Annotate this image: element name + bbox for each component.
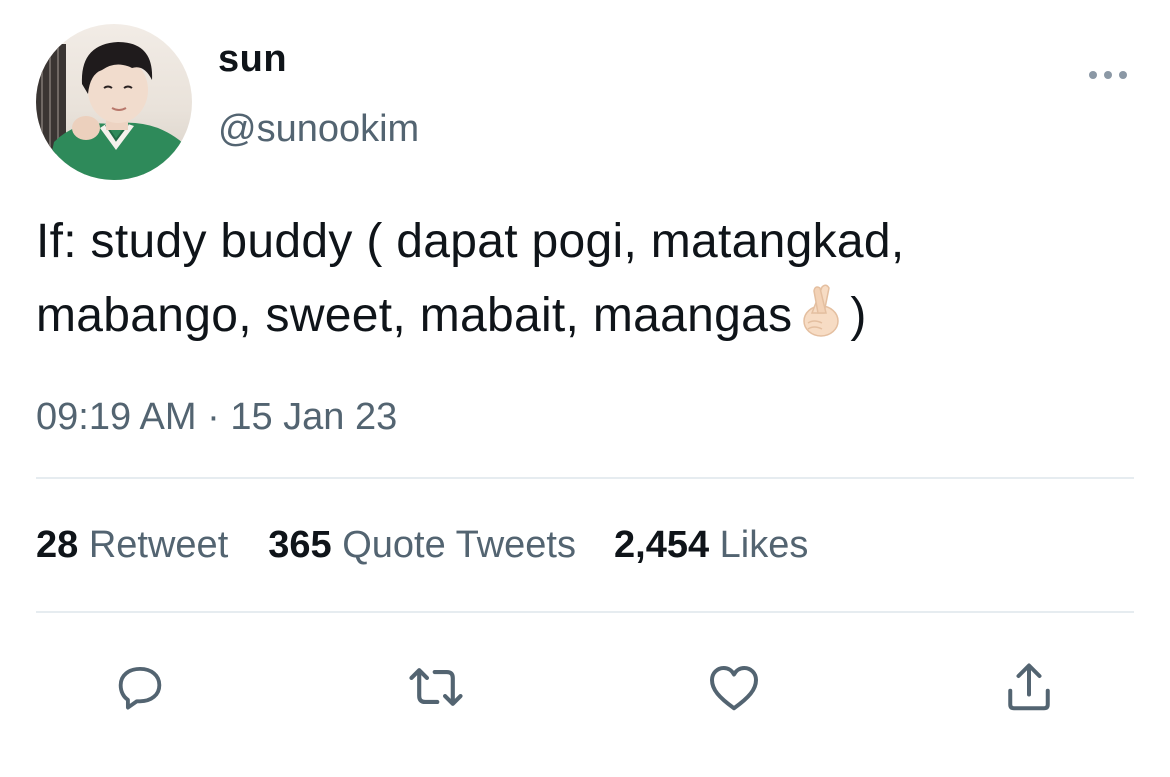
tweet-card: sun @sunookim If: study buddy ( dapat po…	[0, 0, 1170, 777]
reply-icon	[118, 666, 162, 710]
divider	[36, 477, 1134, 479]
retweet-button[interactable]	[404, 655, 468, 719]
divider	[36, 611, 1134, 613]
tweet-text-line-2-end: )	[850, 289, 867, 342]
like-button[interactable]	[702, 655, 766, 719]
quote-tweets-label: Quote Tweets	[342, 524, 576, 566]
heart-icon	[710, 666, 758, 711]
tweet-text-line-2-start: mabango, sweet, mabait, maangas	[36, 289, 793, 342]
likes-stat[interactable]: 2,454 Likes	[614, 524, 808, 567]
avatar-photo	[36, 42, 192, 180]
tweet-text-line-1: If: study buddy ( dapat pogi, matangkad,	[36, 215, 905, 268]
retweet-icon	[409, 668, 463, 706]
reply-button[interactable]	[108, 655, 172, 719]
more-options-button[interactable]	[1080, 60, 1136, 90]
display-name[interactable]: sun	[218, 38, 287, 81]
retweets-stat[interactable]: 28 Retweet	[36, 524, 228, 567]
quote-tweets-count: 365	[268, 524, 332, 566]
likes-count: 2,454	[614, 524, 710, 566]
tweet-stats: 28 Retweet 365 Quote Tweets 2,454 Likes	[36, 524, 808, 567]
likes-label: Likes	[719, 524, 809, 566]
tweet-timestamp[interactable]: 09:19 AM · 15 Jan 23	[36, 396, 397, 439]
user-handle[interactable]: @sunookim	[218, 108, 419, 151]
retweets-label: Retweet	[88, 524, 229, 566]
crossed-fingers-emoji-icon	[796, 283, 846, 339]
quote-tweets-stat[interactable]: 365 Quote Tweets	[268, 524, 576, 567]
more-icon	[1089, 71, 1127, 79]
share-icon	[1008, 663, 1050, 711]
tweet-text: If: study buddy ( dapat pogi, matangkad,…	[36, 205, 1136, 353]
avatar[interactable]	[36, 24, 192, 180]
tweet-text-line-2: mabango, sweet, mabait, maangas )	[36, 279, 1136, 353]
share-button[interactable]	[997, 655, 1061, 719]
retweets-count: 28	[36, 524, 79, 566]
